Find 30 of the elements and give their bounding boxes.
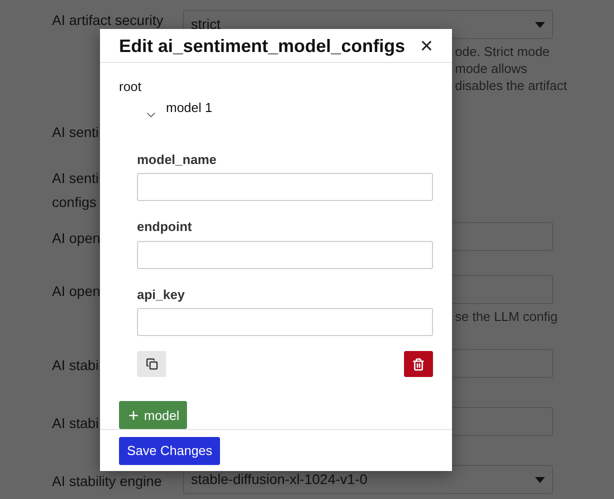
plus-icon bbox=[127, 408, 140, 422]
copy-button[interactable] bbox=[137, 351, 166, 378]
save-changes-button[interactable]: Save Changes bbox=[119, 436, 220, 465]
delete-icon bbox=[412, 358, 425, 371]
item-label: model 1 bbox=[166, 99, 212, 118]
dropdown-caret-icon bbox=[535, 22, 545, 28]
setting-label: configs bbox=[52, 194, 96, 210]
field-label: api_key bbox=[137, 286, 186, 304]
help-text: se the LLM config bbox=[455, 308, 558, 325]
setting-label: AI senti bbox=[52, 124, 99, 140]
add-model-button[interactable]: model bbox=[119, 401, 188, 430]
setting-label: AI stabi bbox=[52, 357, 99, 373]
help-text: mode allows bbox=[455, 60, 528, 77]
input-field[interactable] bbox=[137, 308, 433, 336]
root-label: root bbox=[119, 78, 142, 96]
help-text: disables the artifact bbox=[455, 77, 568, 94]
delete-button[interactable] bbox=[404, 351, 433, 378]
setting-label: AI open bbox=[52, 230, 100, 246]
field-label: endpoint bbox=[137, 218, 193, 236]
field-label: model_name bbox=[137, 150, 218, 169]
dropdown-caret-icon bbox=[535, 476, 545, 482]
setting-label: AI artifact security bbox=[52, 12, 164, 28]
setting-label: AI senti bbox=[52, 170, 99, 186]
input-field[interactable] bbox=[137, 240, 433, 269]
setting-label: AI open bbox=[52, 283, 100, 299]
input-field[interactable] bbox=[137, 173, 433, 202]
help-text: ode. Strict mode bbox=[455, 43, 550, 60]
setting-label: AI stability engine bbox=[52, 473, 162, 489]
copy-icon bbox=[146, 358, 158, 370]
setting-label: AI stabi bbox=[52, 415, 99, 431]
